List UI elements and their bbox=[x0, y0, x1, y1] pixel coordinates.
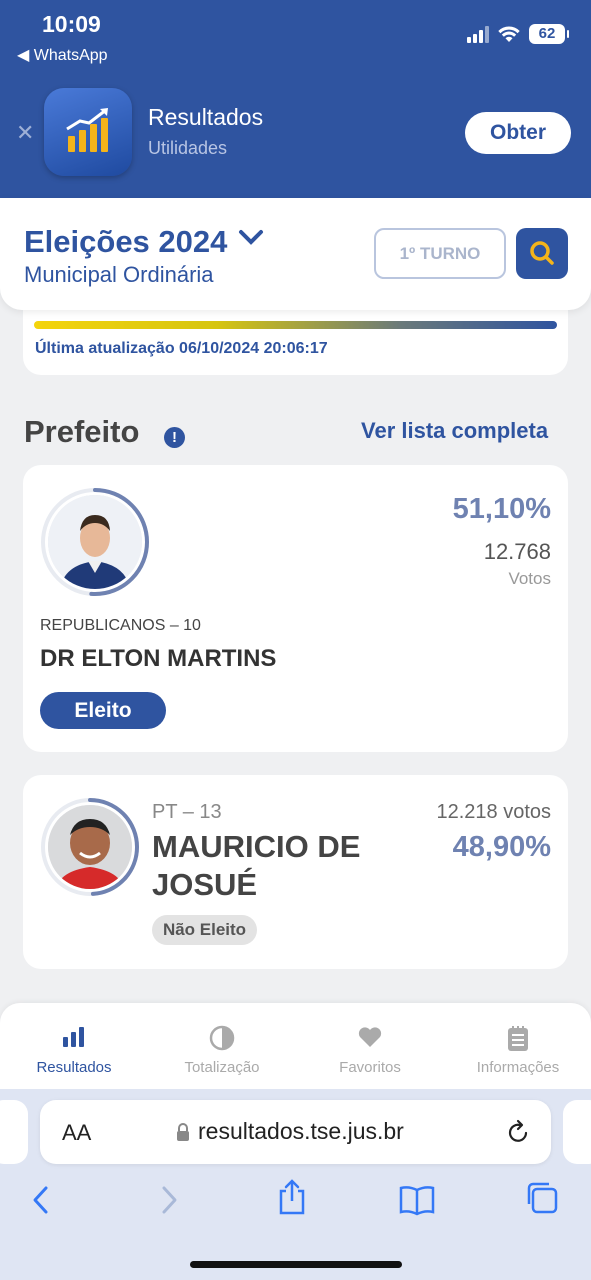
votes-label: Votos bbox=[508, 569, 551, 588]
previous-tab-pill[interactable] bbox=[0, 1100, 28, 1164]
tab-favoritos[interactable]: Favoritos bbox=[296, 1003, 444, 1089]
section-title: Prefeito bbox=[24, 414, 140, 449]
notes-icon bbox=[508, 1026, 528, 1051]
turno-button[interactable]: 1º TURNO bbox=[374, 228, 506, 279]
tab-label: Informações bbox=[476, 1059, 560, 1076]
url-text: resultados.tse.jus.br bbox=[198, 1118, 404, 1144]
cellular-signal-icon bbox=[467, 25, 489, 43]
close-icon[interactable]: ✕ bbox=[16, 120, 34, 146]
search-button[interactable] bbox=[516, 228, 568, 279]
forward-arrow-icon[interactable] bbox=[158, 1184, 180, 1216]
status-icons: 62 bbox=[467, 24, 569, 44]
tab-label: Favoritos bbox=[339, 1059, 401, 1076]
election-title[interactable]: Eleições 2024 bbox=[24, 224, 227, 260]
text-size-button[interactable]: AA bbox=[62, 1120, 91, 1146]
back-app-label: WhatsApp bbox=[33, 47, 108, 64]
pie-chart-icon bbox=[209, 1025, 235, 1051]
avatar bbox=[48, 495, 142, 589]
text-size-label: AA bbox=[62, 1120, 92, 1145]
last-update-text: Última atualização 06/10/2024 20:06:17 bbox=[35, 340, 328, 357]
get-app-button[interactable]: Obter bbox=[465, 112, 571, 154]
home-indicator bbox=[190, 1261, 402, 1268]
app-category: Utilidades bbox=[148, 138, 228, 158]
chevron-down-icon[interactable] bbox=[238, 228, 264, 246]
battery-icon: 62 bbox=[529, 24, 569, 44]
address-bar[interactable]: AA resultados.tse.jus.br bbox=[40, 1100, 551, 1164]
candidate-card[interactable]: PT – 13 MAURICIO DE JOSUÉ 12.218 votos 4… bbox=[23, 775, 568, 969]
candidate-party: REPUBLICANOS – 10 bbox=[40, 617, 201, 634]
candidate-percent: 51,10% bbox=[452, 493, 551, 525]
back-to-app-link[interactable]: ◀ WhatsApp bbox=[17, 45, 108, 65]
candidate-votes: 12.768 bbox=[483, 539, 551, 564]
share-icon[interactable] bbox=[276, 1178, 308, 1216]
bar-chart-logo-icon bbox=[66, 108, 108, 152]
status-badge: Não Eleito bbox=[152, 915, 257, 945]
bar-chart-icon bbox=[63, 1027, 84, 1047]
tab-informacoes[interactable]: Informações bbox=[444, 1003, 591, 1089]
candidate-card[interactable]: 51,10% 12.768 Votos REPUBLICANOS – 10 DR… bbox=[23, 465, 568, 752]
lock-icon bbox=[177, 1123, 189, 1141]
app-logo bbox=[44, 88, 132, 176]
app-name: Resultados bbox=[148, 104, 264, 130]
tab-label: Totalização bbox=[184, 1059, 260, 1076]
election-subtitle: Municipal Ordinária bbox=[24, 262, 214, 287]
browser-nav-row bbox=[0, 1179, 591, 1224]
election-header: Eleições 2024 Municipal Ordinária 1º TUR… bbox=[0, 198, 591, 310]
browser-toolbar: AA resultados.tse.jus.br bbox=[0, 1089, 591, 1280]
heart-icon bbox=[358, 1027, 382, 1047]
candidate-name-line-2: JOSUÉ bbox=[152, 867, 258, 902]
next-tab-pill[interactable] bbox=[563, 1100, 591, 1164]
tab-resultados[interactable]: Resultados bbox=[0, 1003, 148, 1089]
tab-totalizacao[interactable]: Totalização bbox=[148, 1003, 296, 1089]
app-banner: 10:09 ◀ WhatsApp 62 ✕ Resultados Utilida… bbox=[0, 0, 591, 198]
wifi-icon bbox=[498, 26, 520, 42]
status-time: 10:09 bbox=[42, 11, 101, 37]
bottom-tab-bar: Resultados Totalização Favoritos Informa… bbox=[0, 1003, 591, 1089]
counting-progress-bar bbox=[34, 321, 557, 329]
candidate-name: DR ELTON MARTINS bbox=[40, 645, 277, 672]
tabs-icon[interactable] bbox=[524, 1180, 560, 1216]
status-badge: Eleito bbox=[40, 692, 166, 729]
candidate-avatar-ring bbox=[40, 797, 140, 897]
candidate-name-line-1: MAURICIO DE bbox=[152, 829, 361, 864]
candidate-avatar-ring bbox=[40, 487, 150, 597]
reload-icon[interactable] bbox=[506, 1119, 530, 1145]
candidate-percent: 48,90% bbox=[452, 831, 551, 863]
full-list-link[interactable]: Ver lista completa bbox=[361, 418, 548, 444]
candidate-votes: 12.218 votos bbox=[436, 801, 551, 823]
avatar bbox=[48, 805, 132, 889]
info-icon[interactable]: ! bbox=[164, 427, 185, 448]
tab-label: Resultados bbox=[36, 1059, 112, 1076]
back-arrow-icon[interactable] bbox=[30, 1184, 52, 1216]
search-icon bbox=[530, 241, 554, 265]
candidate-party: PT – 13 bbox=[152, 801, 222, 823]
bookmarks-icon[interactable] bbox=[398, 1184, 436, 1216]
